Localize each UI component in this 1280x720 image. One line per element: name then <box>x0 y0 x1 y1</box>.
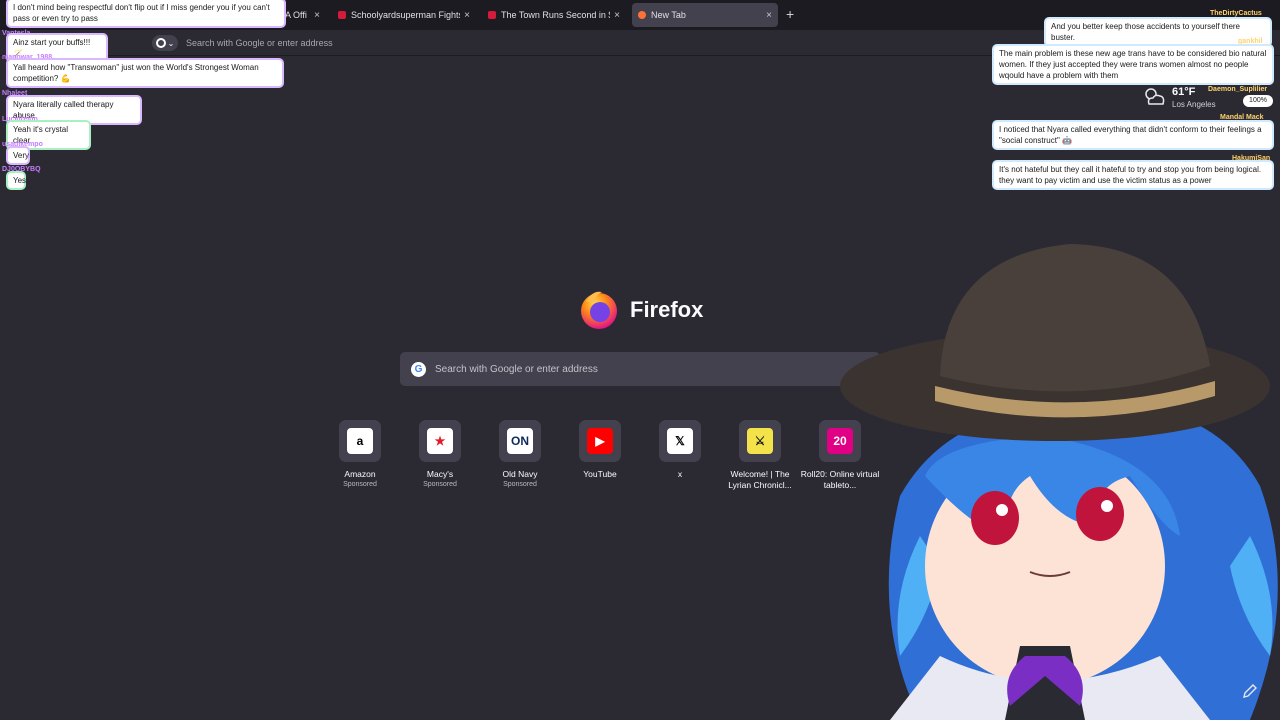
close-icon[interactable]: × <box>314 10 320 21</box>
screen: IRA Offi × Schoolyardsuperman Fights to … <box>0 0 1280 720</box>
lyrian-sword-icon: ⚔ <box>747 428 773 454</box>
top-site-name: YouTube <box>583 469 617 479</box>
sponsored-label: Sponsored <box>503 481 537 488</box>
firefox-favicon-icon <box>638 11 646 19</box>
top-site-icon-box: 𝕏 <box>659 420 701 462</box>
top-site-icon-box: ★ <box>419 420 461 462</box>
tab-new-tab[interactable]: New Tab × <box>632 3 778 27</box>
tab-label: New Tab <box>651 10 686 20</box>
google-icon: G <box>411 361 426 377</box>
chat-message: I noticed that Nyara called everything t… <box>992 120 1274 150</box>
close-icon[interactable]: × <box>614 10 620 21</box>
close-icon[interactable]: × <box>766 10 772 21</box>
chat-message: It's not hateful but they call it hatefu… <box>992 160 1274 190</box>
vtuber-avatar-image <box>840 244 1278 720</box>
weather-temperature: 61°F <box>1172 86 1196 98</box>
tab-town-runs[interactable]: The Town Runs Second in $300 × <box>482 3 626 27</box>
tab-label: The Town Runs Second in $300 <box>501 10 610 20</box>
youtube-icon: ▶ <box>587 428 613 454</box>
top-site-name: Macy's <box>426 469 454 479</box>
tab-schoolyardsuperman[interactable]: Schoolyardsuperman Fights to × <box>332 3 476 27</box>
x-icon: 𝕏 <box>667 428 693 454</box>
chat-username: Daemon_Suplilier <box>1208 86 1268 93</box>
top-site-tile[interactable]: ▶ YouTube <box>560 420 640 480</box>
search-placeholder: Search with Google or enter address <box>435 363 598 375</box>
top-site-icon-box: ⚔ <box>739 420 781 462</box>
firefox-wordmark: Firefox <box>630 297 704 322</box>
chevron-down-icon: ⌄ <box>167 38 175 48</box>
chat-username: TheDirtyCactus <box>1210 10 1262 17</box>
amazon-icon: a <box>347 428 373 454</box>
top-site-name: Old Navy <box>502 469 538 479</box>
chat-message: Very <box>6 146 30 165</box>
close-icon[interactable]: × <box>464 10 470 21</box>
address-bar[interactable]: ⌄ Search with Google or enter address <box>152 34 1012 52</box>
new-tab-button[interactable]: + <box>786 6 794 22</box>
macys-star-icon: ★ <box>427 428 453 454</box>
google-icon <box>155 38 166 48</box>
search-engine-button[interactable]: ⌄ <box>152 35 178 51</box>
youtube-favicon-icon <box>488 11 496 19</box>
top-site-icon-box: ON <box>499 420 541 462</box>
edit-pencil-icon[interactable] <box>1241 682 1259 700</box>
top-site-icon-box: ▶ <box>579 420 621 462</box>
chat-message: The main problem is these new age trans … <box>992 44 1274 85</box>
top-site-tile[interactable]: a Amazon Sponsored <box>320 420 400 488</box>
top-site-tile[interactable]: ON Old Navy Sponsored <box>480 420 560 488</box>
partly-cloudy-icon <box>1145 88 1165 105</box>
chat-message: Yall heard how "Transwoman" just won the… <box>6 58 284 88</box>
top-site-name: Amazon <box>344 469 376 479</box>
tab-label: Schoolyardsuperman Fights to <box>351 10 460 20</box>
firefox-logo-icon <box>581 291 617 329</box>
weather-city: Los Angeles <box>1172 100 1216 109</box>
youtube-favicon-icon <box>338 11 346 19</box>
weather-widget: 61°F Los Angeles <box>1142 86 1216 111</box>
zoom-level-badge: 100% <box>1243 95 1273 107</box>
top-site-name: Welcome! | The Lyrian Chronicl... <box>728 469 792 490</box>
newtab-search-input[interactable]: G Search with Google or enter address <box>400 352 880 386</box>
top-site-icon-box: a <box>339 420 381 462</box>
chat-message: I don't mind being respectful don't flip… <box>6 0 286 28</box>
top-site-name: x <box>677 469 683 479</box>
sponsored-label: Sponsored <box>343 481 377 488</box>
address-placeholder: Search with Google or enter address <box>186 38 333 48</box>
top-site-tile[interactable]: ★ Macy's Sponsored <box>400 420 480 488</box>
old-navy-icon: ON <box>507 428 533 454</box>
sponsored-label: Sponsored <box>423 481 457 488</box>
chat-message: Yes <box>6 171 26 190</box>
top-site-tile[interactable]: 𝕏x <box>640 420 720 480</box>
top-site-tile[interactable]: ⚔ Welcome! | The Lyrian Chronicl... <box>720 420 800 491</box>
